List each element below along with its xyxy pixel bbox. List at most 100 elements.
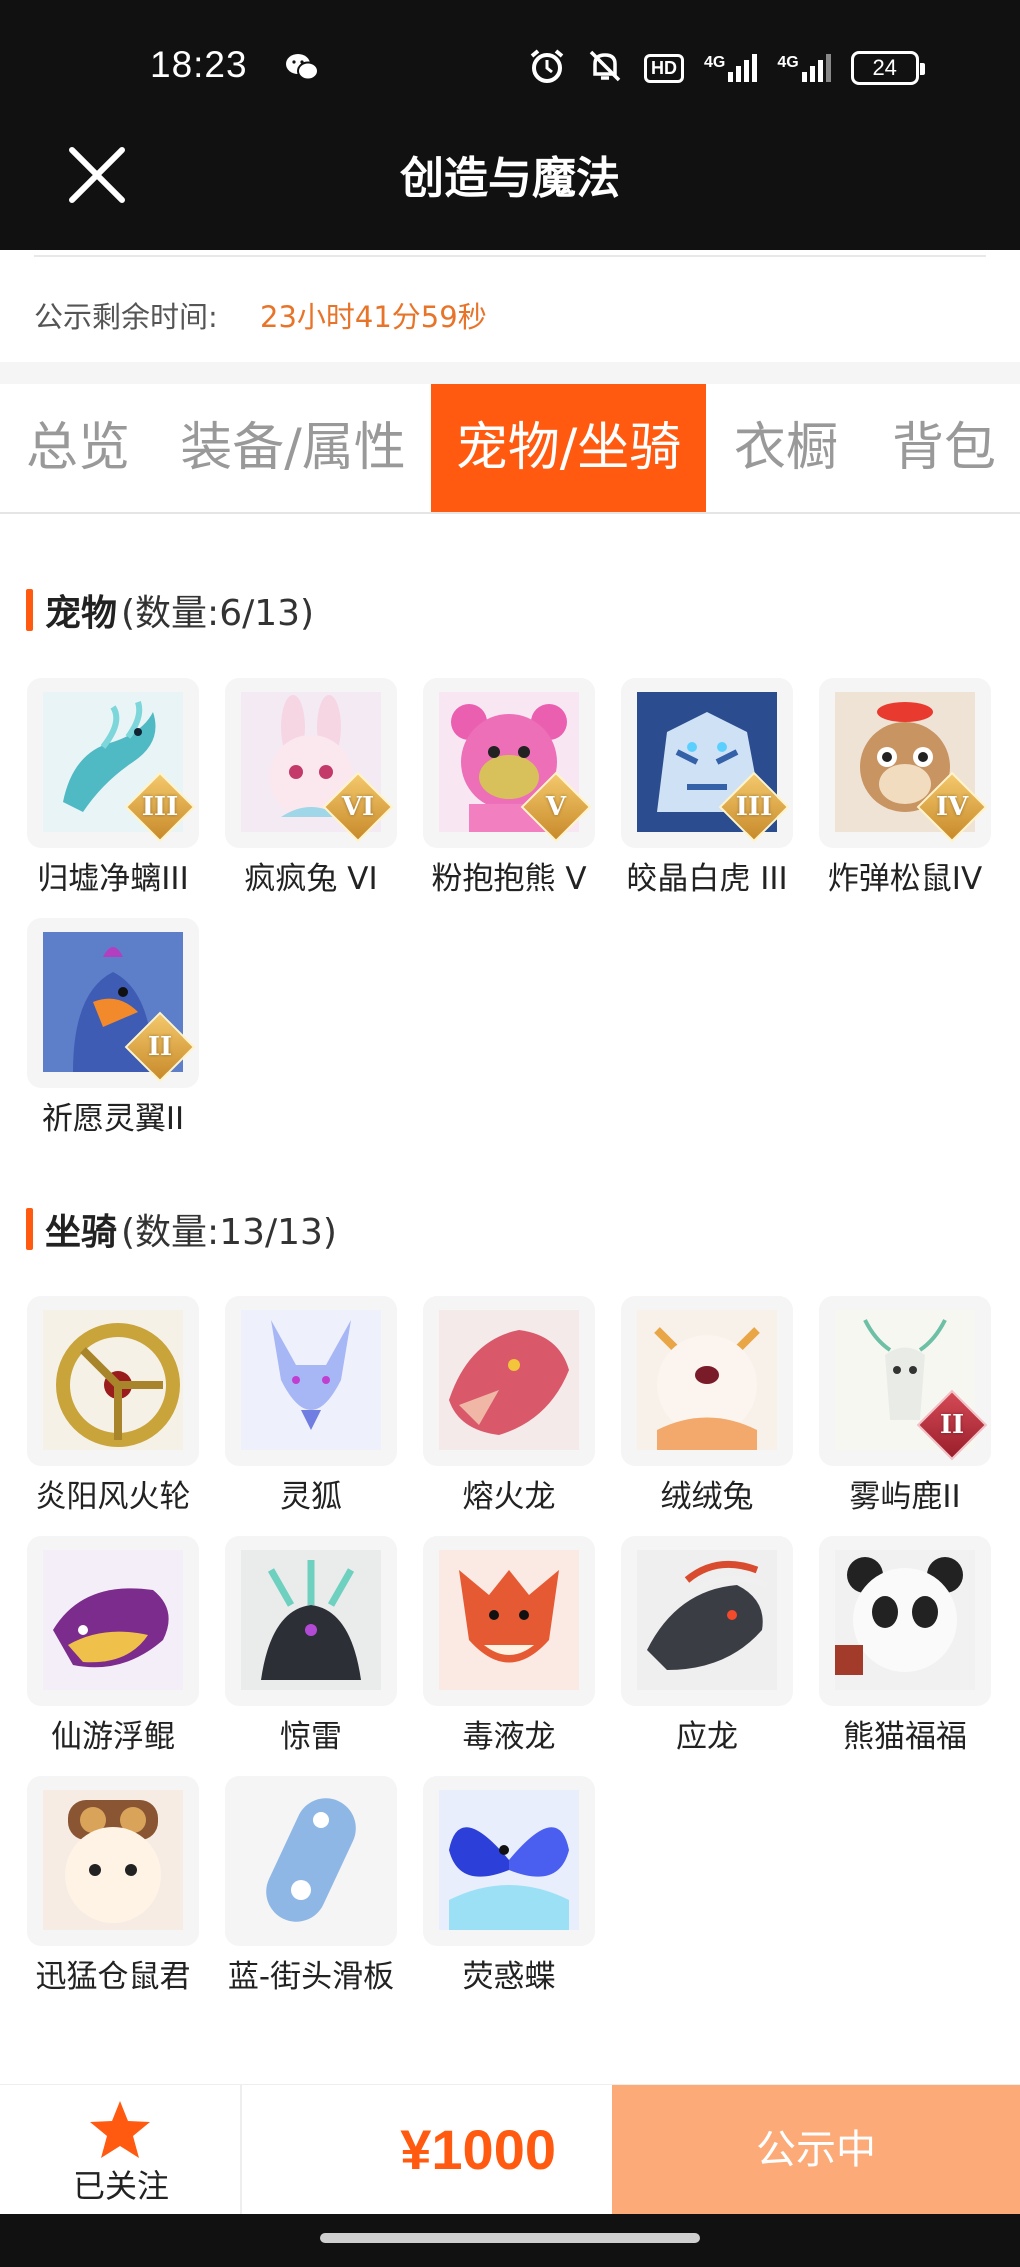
dragon-image [439,1310,579,1450]
pet-thumbnail: IV [819,678,991,848]
mount-thumbnail: II [819,1296,991,1466]
star-icon [90,2101,150,2158]
mount-thumbnail [819,1536,991,1706]
hamster-image [43,1790,183,1930]
pet-name: 祈愿灵翼II [41,1101,185,1137]
dragon-image [637,1550,777,1690]
section-marker [26,1208,33,1250]
mount-thumbnail [225,1776,397,1946]
pet-item[interactable]: II 祈愿灵翼II [27,918,199,1140]
signal-4g-icon: 4G [704,54,758,82]
tab-overview[interactable]: 总览 [0,384,156,512]
pet-item[interactable]: VI 疯疯兔 VI [225,678,397,900]
section-name: 宠物 [45,593,118,634]
system-nav-bar [0,2214,1020,2267]
mount-thumbnail [423,1296,595,1466]
mounts-section-title: 坐骑 (数量:13/13) [26,1204,337,1254]
battery-icon: 24 [850,51,925,85]
follow-label: 已关注 [72,2167,169,2205]
mount-item[interactable]: 炎阳风火轮 [27,1296,199,1518]
notice-bar: 公示剩余时间: 23小时41分59秒 [0,250,1020,362]
app-header: 创造与魔法 [0,120,1020,250]
pet-item[interactable]: III 皎晶白虎 III [621,678,793,900]
pet-thumbnail: II [27,918,199,1088]
mount-name: 熔火龙 [462,1479,556,1515]
pet-item[interactable]: V 粉抱抱熊 V [423,678,595,900]
mount-name: 迅猛仓鼠君 [35,1959,191,1995]
pet-thumbnail: III [621,678,793,848]
mount-name: 绒绒兔 [660,1479,754,1515]
tab-wardrobe[interactable]: 衣橱 [718,384,854,512]
section-count: (数量:6/13) [121,593,315,634]
tab-pets-mounts[interactable]: 宠物/坐骑 [431,384,706,512]
rabbit-image [637,1310,777,1450]
pet-thumbnail: V [423,678,595,848]
divider [0,362,1020,384]
pet-thumbnail: III [27,678,199,848]
mount-name: 蓝-街头滑板 [227,1959,395,1995]
mount-item[interactable]: 仙游浮鲲 [27,1536,199,1758]
status-time: 18:23 [150,44,248,85]
divider [34,255,986,257]
alarm-icon [528,47,566,89]
mount-item[interactable]: 迅猛仓鼠君 [27,1776,199,1998]
thunder-beast-image [241,1550,381,1690]
signal-4g-icon: 4G [777,54,831,82]
hd-icon: HD [644,53,684,83]
mount-thumbnail [27,1536,199,1706]
mount-item[interactable]: 熔火龙 [423,1296,595,1518]
mount-thumbnail [225,1296,397,1466]
mount-name: 仙游浮鲲 [51,1719,175,1755]
section-marker [26,589,33,631]
mount-thumbnail [621,1536,793,1706]
section-count: (数量:13/13) [121,1212,337,1253]
skateboard-image [241,1790,381,1930]
fox-image [241,1310,381,1450]
pet-thumbnail: VI [225,678,397,848]
pet-name: 炸弹松鼠IV [827,861,983,897]
mount-name: 惊雷 [280,1719,342,1755]
wechat-icon [286,54,319,81]
mount-item[interactable]: 熊猫福福 [819,1536,991,1758]
mount-name: 毒液龙 [462,1719,556,1755]
pet-name: 归墟净螭III [37,861,189,897]
mount-thumbnail [27,1776,199,1946]
mount-thumbnail [423,1536,595,1706]
home-gesture-handle[interactable] [320,2233,700,2243]
pet-item[interactable]: IV 炸弹松鼠IV [819,678,991,900]
mount-item[interactable]: 绒绒兔 [621,1296,793,1518]
mount-item[interactable]: II 雾屿鹿II [819,1296,991,1518]
mount-item[interactable]: 惊雷 [225,1536,397,1758]
butterfly-image [439,1790,579,1930]
countdown-value: 23小时41分59秒 [260,300,487,334]
mount-thumbnail [621,1296,793,1466]
panda-image [835,1550,975,1690]
mount-item[interactable]: 荧惑蝶 [423,1776,595,1998]
mount-name: 炎阳风火轮 [35,1479,191,1515]
mount-name: 应龙 [676,1719,738,1755]
follow-button[interactable]: 已关注 [0,2085,242,2215]
price-value: ¥1000 [400,2118,556,2181]
tab-bar: 总览 装备/属性 宠物/坐骑 衣橱 背包 [0,384,1020,514]
tab-backpack[interactable]: 背包 [876,384,1012,512]
notice-label: 公示剩余时间: [34,300,218,334]
mount-item[interactable]: 应龙 [621,1536,793,1758]
mount-item[interactable]: 蓝-街头滑板 [225,1776,397,1998]
mount-item[interactable]: 灵狐 [225,1296,397,1518]
bottom-action-bar: 已关注 ¥1000 公示中 [0,2084,1020,2215]
page-title: 创造与魔法 [400,153,620,204]
mount-thumbnail [423,1776,595,1946]
mount-thumbnail [225,1536,397,1706]
pet-item[interactable]: III 归墟净螭III [27,678,199,900]
pet-name: 疯疯兔 VI [244,861,378,897]
status-bar: 18:23 HD 4G 4G 24 [0,0,1020,135]
mount-name: 荧惑蝶 [462,1959,556,1995]
mount-item[interactable]: 毒液龙 [423,1536,595,1758]
pet-name: 粉抱抱熊 V [431,861,587,897]
tab-equipment[interactable]: 装备/属性 [170,384,416,512]
dragon-image [439,1550,579,1690]
mute-icon [586,47,624,89]
pets-section-title: 宠物 (数量:6/13) [26,585,314,635]
mount-name: 灵狐 [280,1479,342,1515]
public-status-button[interactable]: 公示中 [612,2085,1020,2215]
